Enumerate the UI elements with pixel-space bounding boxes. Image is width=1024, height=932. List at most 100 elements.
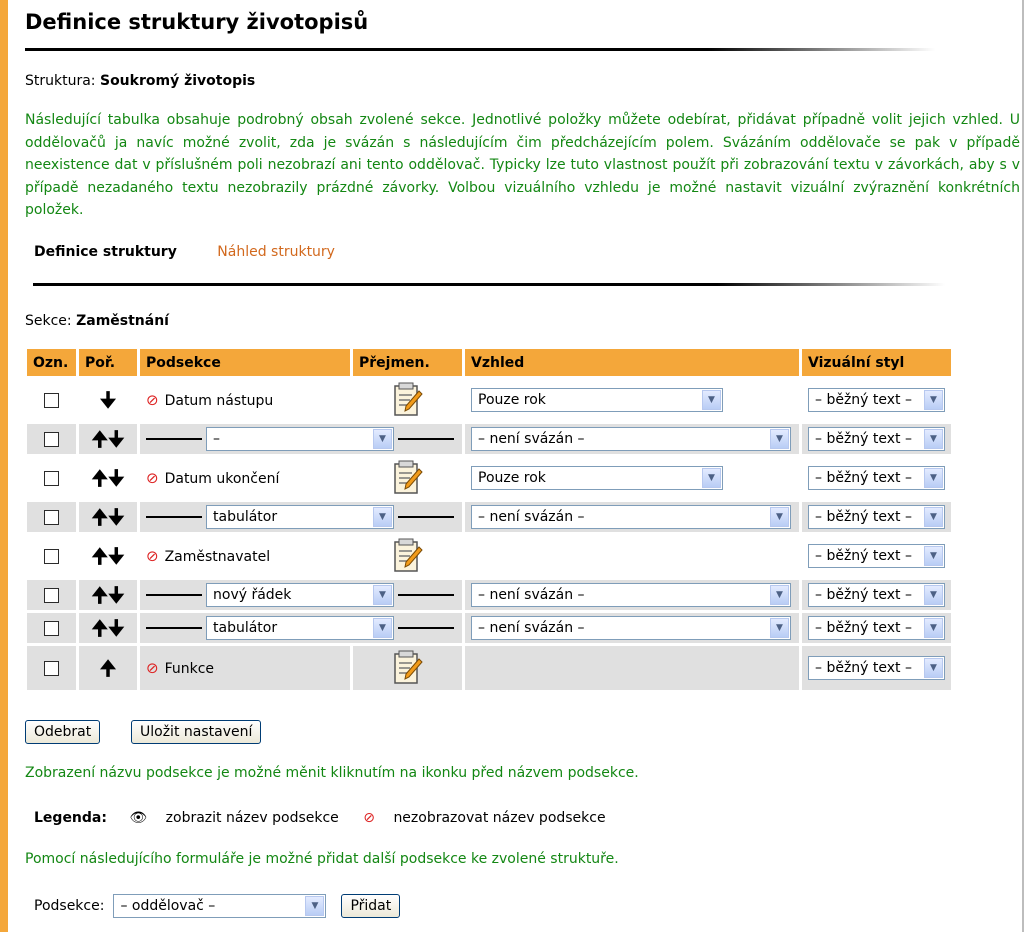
table-header-row: Ozn. Poř. Podsekce Přejmen. Vzhled Vizuá…	[27, 349, 951, 376]
rename-cell	[353, 535, 462, 577]
binding-select-value: – není svázán –	[478, 431, 585, 447]
visual-style-select[interactable]: – běžný text – ▼	[808, 427, 945, 451]
visual-style-select-value: – běžný text –	[815, 431, 912, 447]
appearance-cell: Pouze rok ▼	[465, 457, 799, 499]
chevron-down-icon: ▼	[924, 507, 943, 527]
section-row: Sekce: Zaměstnání	[25, 313, 169, 329]
add-subsection-form: Podsekce: – oddělovač – ▼ Přidat	[34, 894, 401, 918]
visual-style-select-value: – běžný text –	[815, 587, 912, 603]
appearance-cell: – není svázán – ▼	[465, 424, 799, 454]
chevron-down-icon: ▼	[702, 468, 721, 488]
subsection-cell: – ▼	[140, 424, 462, 454]
left-accent-bar	[0, 0, 8, 932]
header-mark: Ozn.	[27, 349, 76, 376]
rename-cell	[353, 646, 462, 690]
visual-style-select[interactable]: – běžný text – ▼	[808, 505, 945, 529]
binding-select-value: – není svázán –	[478, 620, 585, 636]
move-up-icon[interactable]: 🠉	[100, 656, 117, 680]
visual-style-select-value: – běžný text –	[815, 509, 912, 525]
row-checkbox[interactable]	[44, 587, 59, 603]
move-up-icon[interactable]: 🠉	[91, 583, 108, 607]
row-checkbox[interactable]	[44, 620, 59, 636]
hide-name-icon[interactable]: ⊘	[146, 547, 159, 565]
separator-select[interactable]: – ▼	[206, 427, 394, 451]
row-checkbox[interactable]	[44, 509, 59, 525]
move-down-icon[interactable]: 🠋	[108, 616, 125, 640]
visual-style-select[interactable]: – běžný text – ▼	[808, 388, 945, 412]
order-cell: 🠉	[79, 646, 137, 690]
separator-select[interactable]: nový řádek ▼	[206, 583, 394, 607]
appearance-cell	[465, 646, 799, 690]
move-down-icon[interactable]: 🠋	[108, 583, 125, 607]
rename-cell	[353, 457, 462, 499]
eye-icon: 👁	[129, 810, 148, 826]
add-subsection-select[interactable]: – oddělovač – ▼	[113, 894, 327, 918]
move-down-icon[interactable]: 🠋	[108, 505, 125, 529]
hide-icon: ⊘	[363, 810, 375, 826]
move-up-icon[interactable]: 🠉	[91, 505, 108, 529]
visual-style-select[interactable]: – běžný text – ▼	[808, 616, 945, 640]
rename-edit-icon[interactable]	[393, 382, 423, 418]
hide-name-icon[interactable]: ⊘	[146, 391, 159, 409]
save-settings-button[interactable]: Uložit nastavení	[131, 720, 262, 744]
structure-label: Struktura:	[25, 73, 96, 89]
legend-label: Legenda:	[34, 810, 107, 826]
appearance-select[interactable]: Pouze rok ▼	[471, 466, 723, 490]
hide-name-icon[interactable]: ⊘	[146, 659, 159, 677]
mark-cell	[27, 613, 76, 643]
tab-definition[interactable]: Definice struktury	[34, 244, 177, 260]
header-subsection: Podsekce	[140, 349, 350, 376]
binding-select-value: – není svázán –	[478, 587, 585, 603]
move-down-icon[interactable]: 🠋	[100, 388, 117, 412]
move-down-icon[interactable]: 🠋	[108, 427, 125, 451]
separator-line	[146, 594, 202, 596]
move-down-icon[interactable]: 🠋	[108, 466, 125, 490]
row-checkbox[interactable]	[44, 470, 59, 486]
chevron-down-icon: ▼	[924, 658, 943, 678]
structure-value: Soukromý životopis	[99, 73, 256, 89]
appearance-select[interactable]: Pouze rok ▼	[471, 388, 723, 412]
table-row: 🠉🠋 ⊘ Zaměstnavatel – běžný text – ▼	[27, 535, 951, 577]
separator-line	[398, 594, 454, 596]
tab-preview[interactable]: Náhled struktury	[217, 244, 335, 260]
separator-select[interactable]: tabulátor ▼	[206, 505, 394, 529]
binding-select[interactable]: – není svázán – ▼	[471, 505, 791, 529]
rename-edit-icon[interactable]	[393, 460, 423, 496]
visual-style-select[interactable]: – běžný text – ▼	[808, 466, 945, 490]
chevron-down-icon: ▼	[924, 429, 943, 449]
visual-style-cell: – běžný text – ▼	[802, 646, 951, 690]
subsection-label: Funkce	[164, 661, 215, 677]
row-checkbox[interactable]	[44, 392, 59, 408]
move-up-icon[interactable]: 🠉	[91, 427, 108, 451]
move-up-icon[interactable]: 🠉	[91, 544, 108, 568]
visual-style-select[interactable]: – běžný text – ▼	[808, 583, 945, 607]
move-up-icon[interactable]: 🠉	[91, 616, 108, 640]
rename-hint: Zobrazení názvu podsekce je možné měnit …	[25, 765, 639, 781]
separator-line	[146, 438, 202, 440]
separator-select-value: nový řádek	[213, 587, 292, 603]
binding-select[interactable]: – není svázán – ▼	[471, 427, 791, 451]
rename-edit-icon[interactable]	[393, 650, 423, 686]
row-checkbox[interactable]	[44, 660, 59, 676]
remove-button[interactable]: Odebrat	[25, 720, 101, 744]
chevron-down-icon: ▼	[924, 618, 943, 638]
legend: Legenda: 👁 zobrazit název podsekce ⊘ nez…	[34, 810, 606, 826]
move-up-icon[interactable]: 🠉	[91, 466, 108, 490]
visual-style-select[interactable]: – běžný text – ▼	[808, 544, 945, 568]
appearance-select-value: Pouze rok	[478, 392, 546, 408]
binding-select[interactable]: – není svázán – ▼	[471, 583, 791, 607]
hide-name-icon[interactable]: ⊘	[146, 469, 159, 487]
mark-cell	[27, 502, 76, 532]
legend-hide-text: nezobrazovat název podsekce	[393, 810, 606, 826]
visual-style-cell: – běžný text – ▼	[802, 613, 951, 643]
separator-select[interactable]: tabulátor ▼	[206, 616, 394, 640]
rename-edit-icon[interactable]	[393, 538, 423, 574]
row-checkbox[interactable]	[44, 548, 59, 564]
row-checkbox[interactable]	[44, 431, 59, 447]
visual-style-select[interactable]: – běžný text – ▼	[808, 656, 945, 680]
mark-cell	[27, 457, 76, 499]
binding-select[interactable]: – není svázán – ▼	[471, 616, 791, 640]
separator-line	[146, 516, 202, 518]
move-down-icon[interactable]: 🠋	[108, 544, 125, 568]
add-button[interactable]: Přidat	[341, 894, 401, 918]
